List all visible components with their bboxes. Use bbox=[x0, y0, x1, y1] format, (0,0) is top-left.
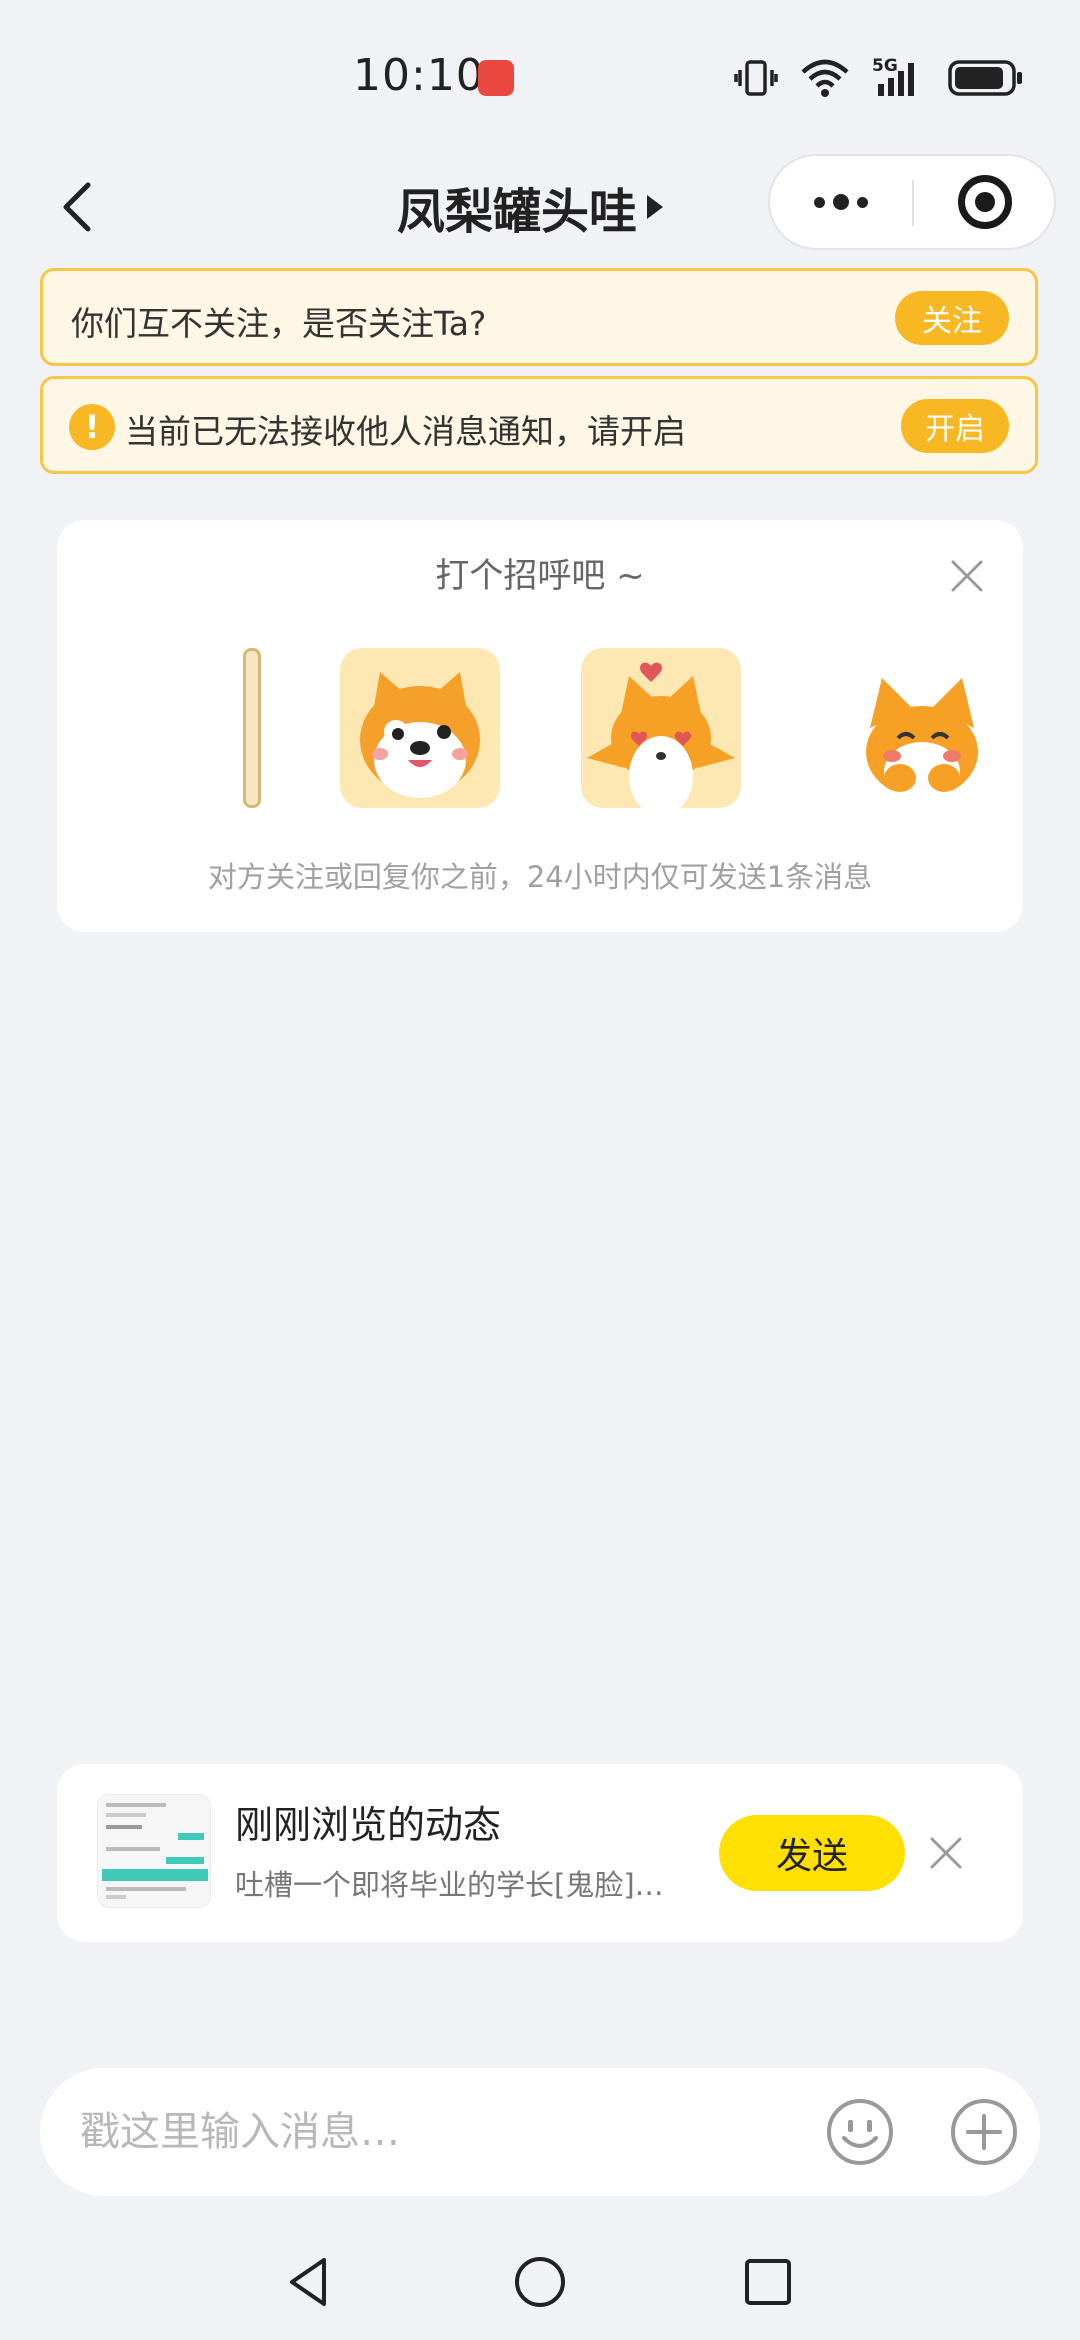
chat-title-text: 凤梨罐头哇 bbox=[396, 184, 637, 240]
follow-banner-text: 你们互不关注，是否关注Ta? bbox=[71, 304, 487, 343]
warning-icon: ! bbox=[69, 404, 115, 450]
close-mini-program-button[interactable] bbox=[914, 156, 1056, 248]
plus-icon[interactable] bbox=[948, 2096, 1020, 2168]
close-icon[interactable] bbox=[947, 556, 987, 596]
send-post-button[interactable]: 发送 bbox=[719, 1815, 905, 1891]
back-arrow-icon bbox=[63, 182, 91, 232]
back-triangle-icon[interactable] bbox=[280, 2252, 340, 2312]
wifi-icon bbox=[801, 59, 849, 97]
greeting-card: 打个招呼吧 ~ 对方关注或回复你之前，24小时内仅可发送1条消息 bbox=[57, 520, 1023, 932]
status-bar: 10:10 5G bbox=[0, 0, 1080, 150]
system-navigation-bar bbox=[0, 2222, 1080, 2340]
huawei-appgallery-icon bbox=[478, 60, 514, 96]
target-close-icon bbox=[958, 175, 1012, 229]
battery-icon bbox=[948, 60, 1022, 96]
fox-hearts-sticker[interactable] bbox=[581, 648, 741, 808]
more-dots-icon bbox=[814, 196, 825, 208]
greeting-hint: 对方关注或回复你之前，24小时内仅可发送1条消息 bbox=[207, 860, 873, 894]
recent-post-card: 刚刚浏览的动态 吐槽一个即将毕业的学长[鬼脸]… 发送 bbox=[57, 1764, 1023, 1942]
message-composer bbox=[40, 2068, 1040, 2196]
signal-icon: 5G bbox=[872, 56, 926, 98]
recents-square-icon[interactable] bbox=[738, 2252, 798, 2312]
status-icons: 5G bbox=[734, 56, 1024, 100]
more-dot bbox=[833, 194, 849, 210]
title-arrow-icon bbox=[647, 195, 663, 219]
sticker-list bbox=[57, 648, 1023, 810]
mini-program-capsule bbox=[768, 154, 1056, 250]
enable-notification-button[interactable]: 开启 bbox=[901, 399, 1009, 453]
recent-post-title: 刚刚浏览的动态 bbox=[235, 1803, 502, 1847]
greeting-title: 打个招呼吧 ~ bbox=[435, 556, 645, 596]
message-input[interactable] bbox=[80, 2096, 800, 2168]
chat-title[interactable]: 凤梨罐头哇 bbox=[397, 172, 663, 242]
emoji-icon[interactable] bbox=[824, 2096, 896, 2168]
shiba-sticker[interactable] bbox=[340, 648, 500, 808]
vibrate-icon bbox=[734, 60, 778, 96]
post-thumbnail[interactable] bbox=[97, 1794, 211, 1908]
notification-banner: ! 当前已无法接收他人消息通知，请开启 开启 bbox=[40, 376, 1038, 474]
more-button[interactable] bbox=[770, 156, 912, 248]
chat-header: 凤梨罐头哇 bbox=[0, 150, 1080, 268]
recent-post-subtitle: 吐槽一个即将毕业的学长[鬼脸]… bbox=[235, 1868, 664, 1902]
sticker-partial[interactable] bbox=[243, 648, 261, 808]
chat-screen: 10:10 5G 凤梨罐头哇 你们互不关注，是否关注Ta? 关注 ! 当前已无法… bbox=[0, 0, 1080, 2340]
back-button[interactable] bbox=[48, 177, 108, 237]
close-icon[interactable] bbox=[927, 1834, 965, 1872]
notification-banner-text: 当前已无法接收他人消息通知，请开启 bbox=[125, 412, 686, 451]
target-dot bbox=[975, 192, 995, 212]
follow-banner: 你们互不关注，是否关注Ta? 关注 bbox=[40, 268, 1038, 366]
fox-blush-sticker[interactable] bbox=[842, 648, 1002, 808]
more-dot bbox=[857, 196, 868, 208]
follow-button[interactable]: 关注 bbox=[895, 291, 1009, 345]
status-time: 10:10 bbox=[353, 50, 485, 101]
home-circle-icon[interactable] bbox=[510, 2252, 570, 2312]
